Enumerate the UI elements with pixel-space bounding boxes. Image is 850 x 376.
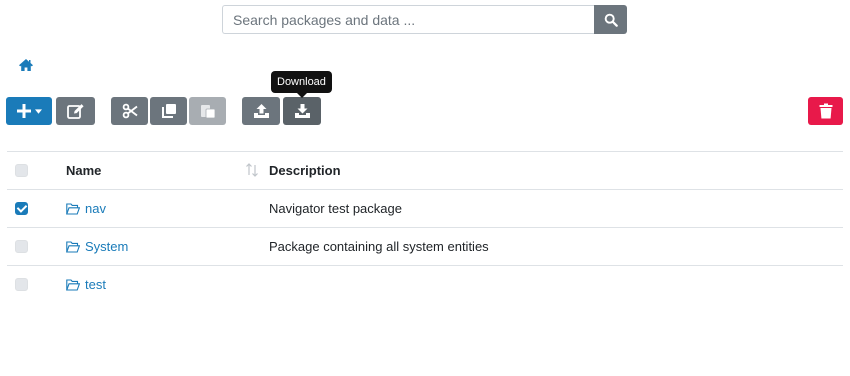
copy-icon: [161, 104, 176, 118]
paste-icon: [200, 105, 215, 119]
folder-open-icon: [66, 240, 80, 253]
name-cell: System: [66, 228, 128, 265]
search-button[interactable]: [594, 5, 627, 34]
column-header-name[interactable]: Name: [66, 152, 101, 189]
tooltip-arrow: [297, 93, 307, 98]
column-header-description: Description: [269, 163, 341, 178]
description-cell: Package containing all system entities: [269, 239, 489, 254]
package-link[interactable]: test: [85, 277, 106, 292]
search-input[interactable]: [222, 5, 594, 34]
edit-button[interactable]: [56, 97, 95, 125]
description-cell: Navigator test package: [269, 201, 402, 216]
copy-button[interactable]: [150, 97, 187, 125]
search-icon: [604, 13, 618, 27]
add-dropdown-button[interactable]: [6, 97, 52, 125]
caret-down-icon: [35, 108, 42, 114]
edit-icon: [66, 104, 84, 119]
table-row: System Package containing all system ent…: [7, 227, 843, 265]
sort-icon[interactable]: [245, 163, 259, 177]
table-header: Name Description: [7, 151, 843, 189]
package-link[interactable]: System: [85, 239, 128, 254]
row-checkbox[interactable]: [15, 240, 28, 253]
home-icon: [19, 59, 33, 71]
folder-open-icon: [66, 202, 80, 215]
breadcrumb-home[interactable]: [18, 57, 34, 73]
select-all-checkbox[interactable]: [15, 164, 28, 177]
upload-button[interactable]: [242, 97, 280, 125]
download-button[interactable]: [283, 97, 321, 125]
name-cell: nav: [66, 190, 106, 227]
folder-open-icon: [66, 278, 80, 291]
plus-icon: [17, 104, 31, 118]
package-table: Name Description nav Navigator test pack…: [7, 151, 843, 303]
table-row: nav Navigator test package: [7, 189, 843, 227]
download-tooltip: Download: [271, 71, 332, 93]
name-cell: test: [66, 266, 106, 303]
row-checkbox[interactable]: [15, 278, 28, 291]
search-bar: [222, 5, 627, 34]
row-checkbox[interactable]: [15, 202, 28, 215]
trash-icon: [819, 103, 832, 119]
package-link[interactable]: nav: [85, 201, 106, 216]
table-row: test: [7, 265, 843, 303]
scissors-icon: [122, 103, 138, 119]
download-icon: [294, 104, 310, 118]
upload-icon: [253, 104, 269, 118]
paste-button[interactable]: [189, 97, 226, 125]
cut-button[interactable]: [111, 97, 148, 125]
delete-button[interactable]: [808, 97, 843, 125]
